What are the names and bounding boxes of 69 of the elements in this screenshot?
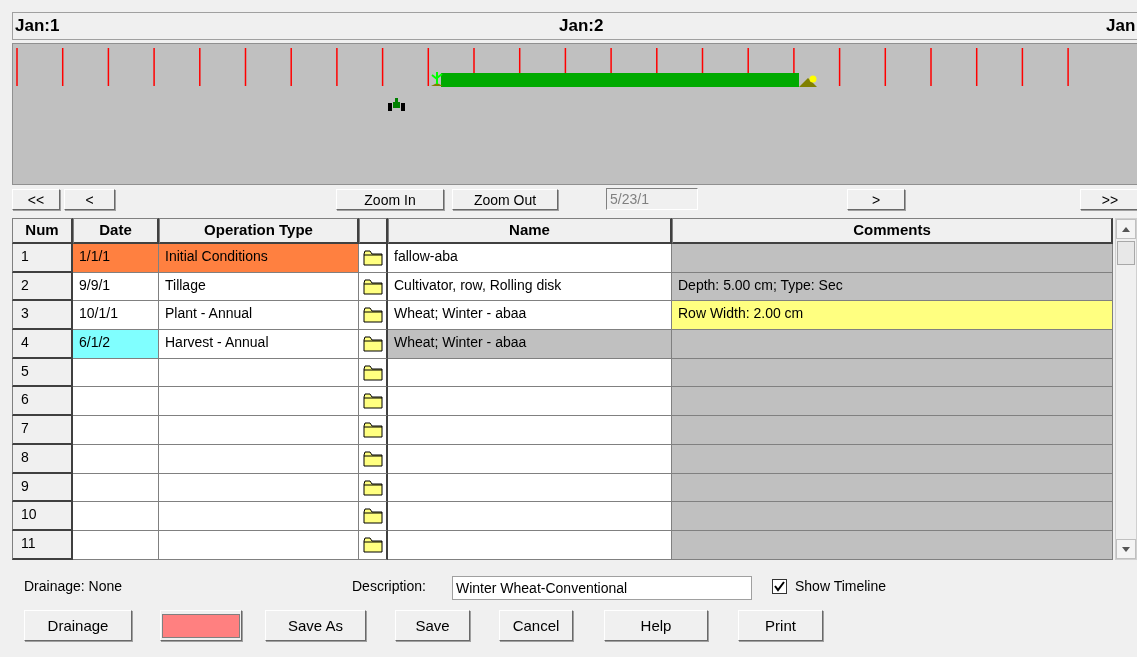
nav-button[interactable]: Zoom In bbox=[336, 189, 444, 210]
table-cell: 9/9/1 bbox=[73, 272, 159, 302]
tractor-icon bbox=[388, 98, 405, 111]
action-button[interactable]: Drainage bbox=[24, 610, 132, 641]
nav-button[interactable]: Zoom Out bbox=[452, 189, 558, 210]
nav-button[interactable]: << bbox=[12, 189, 60, 210]
harvest-icon bbox=[799, 75, 817, 87]
folder-icon[interactable] bbox=[363, 450, 383, 467]
row-number: 3 bbox=[12, 301, 73, 331]
down-arrow-icon[interactable] bbox=[1122, 546, 1130, 552]
folder-icon[interactable] bbox=[363, 336, 383, 353]
action-button[interactable]: Help bbox=[604, 610, 708, 641]
folder-icon[interactable] bbox=[363, 536, 383, 553]
checkbox-label: Show Timeline bbox=[795, 578, 887, 594]
nav-button[interactable]: > bbox=[847, 189, 905, 210]
description-field[interactable]: Winter Wheat-Conventional bbox=[452, 576, 752, 600]
column-header: Comments bbox=[672, 218, 1113, 244]
row-number: 8 bbox=[12, 444, 73, 474]
table-cell: Tillage bbox=[159, 272, 359, 302]
folder-icon[interactable] bbox=[363, 422, 383, 439]
row-number: 10 bbox=[12, 502, 73, 531]
table-cell: Wheat; Winter - abaa bbox=[388, 330, 672, 359]
action-button[interactable]: Save As bbox=[265, 610, 366, 641]
column-header: Name bbox=[388, 218, 672, 244]
table-cell: 1/1/1 bbox=[73, 244, 159, 273]
show-timeline-checkbox[interactable] bbox=[772, 578, 787, 594]
action-button[interactable]: Save bbox=[395, 610, 470, 641]
nav-button[interactable]: >> bbox=[1080, 189, 1137, 210]
table-cell: 6/1/2 bbox=[73, 330, 159, 359]
table-cell: fallow-aba bbox=[388, 244, 672, 273]
row-number: 4 bbox=[12, 330, 73, 359]
column-header: Date bbox=[73, 218, 159, 244]
row-number: 2 bbox=[12, 272, 73, 302]
row-number: 5 bbox=[12, 358, 73, 388]
row-number: 6 bbox=[12, 387, 73, 417]
folder-icon[interactable] bbox=[363, 307, 383, 324]
folder-icon[interactable] bbox=[363, 393, 383, 410]
table-cell: Plant - Annual bbox=[159, 301, 359, 331]
action-button[interactable]: Cancel bbox=[499, 610, 573, 641]
scale-label: Jan:1 bbox=[15, 16, 60, 36]
row-number: 11 bbox=[12, 530, 73, 560]
column-header: Num bbox=[12, 218, 73, 244]
drainage-status: Drainage: None bbox=[24, 578, 123, 594]
table-cell: Initial Conditions bbox=[159, 244, 359, 273]
folder-icon[interactable] bbox=[363, 278, 383, 295]
scale-label: Jan:2 bbox=[559, 16, 604, 36]
folder-icon[interactable] bbox=[363, 508, 383, 525]
scale-label: Jan bbox=[1106, 16, 1136, 36]
table-cell: 10/1/1 bbox=[73, 301, 159, 331]
nav-button[interactable]: < bbox=[64, 189, 115, 210]
scrollbar[interactable] bbox=[1115, 218, 1137, 560]
column-header bbox=[359, 218, 388, 244]
table-cell: Depth: 5.00 cm; Type: Sec bbox=[672, 272, 1113, 302]
folder-icon[interactable] bbox=[363, 364, 383, 381]
row-number: 1 bbox=[12, 244, 73, 273]
table-cell: Row Width: 2.00 cm bbox=[672, 301, 1113, 331]
scroll-thumb[interactable] bbox=[1117, 241, 1135, 265]
table-cell: Harvest - Annual bbox=[159, 330, 359, 359]
table-cell: Wheat; Winter - abaa bbox=[388, 301, 672, 331]
row-number: 9 bbox=[12, 473, 73, 503]
action-button[interactable]: Print bbox=[738, 610, 823, 641]
table-cell: Cultivator, row, Rolling disk bbox=[388, 272, 672, 302]
description-label: Description: bbox=[352, 578, 426, 594]
folder-icon[interactable] bbox=[363, 479, 383, 496]
row-number: 7 bbox=[12, 416, 73, 445]
column-header: Operation Type bbox=[159, 218, 359, 244]
folder-icon[interactable] bbox=[363, 250, 383, 266]
plant-icon bbox=[431, 71, 443, 86]
up-arrow-icon[interactable] bbox=[1122, 226, 1130, 232]
